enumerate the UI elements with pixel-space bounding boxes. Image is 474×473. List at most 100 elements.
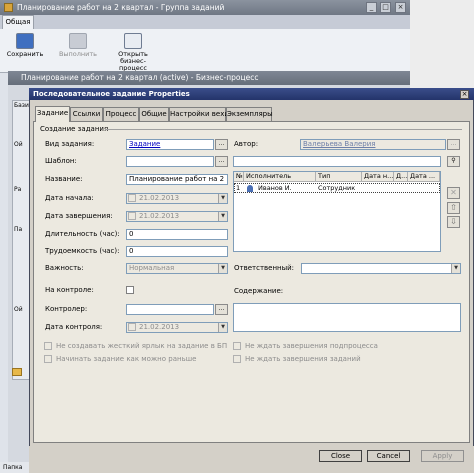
tab-common[interactable]: Общие: [139, 107, 169, 121]
tab-milestone-settings[interactable]: Настройки вехи: [169, 107, 229, 121]
on-control-checkbox[interactable]: [126, 286, 134, 294]
cancel-button[interactable]: Cancel: [367, 450, 410, 462]
delete-icon[interactable]: ✕: [447, 187, 460, 199]
group-divider: [105, 129, 462, 130]
arrow-up-icon[interactable]: ⇧: [447, 202, 460, 214]
duration-field[interactable]: 0: [126, 229, 228, 240]
row-d: [394, 183, 408, 193]
grid-col-type[interactable]: Тип: [316, 172, 362, 182]
folder-icon: [4, 3, 13, 12]
open-business-process-button[interactable]: Открыть бизнес-процесс: [108, 33, 158, 72]
content-label: Содержание:: [234, 287, 284, 295]
end-date-label: Дата завершения:: [45, 212, 113, 220]
chevron-down-icon[interactable]: ▼: [218, 212, 227, 221]
author-field[interactable]: Валерьева Валерия: [300, 139, 446, 150]
on-control-label: На контроле:: [45, 286, 94, 294]
priority-select[interactable]: Нормальная: [126, 263, 228, 274]
execute-label: Выполнить: [58, 50, 98, 58]
grid-col-num[interactable]: №: [234, 172, 244, 182]
group-title: Создание задания: [40, 125, 109, 133]
task-type-label: Вид задания:: [45, 140, 95, 148]
control-date-field[interactable]: 21.02.2013: [126, 322, 228, 333]
user-icon: [247, 185, 253, 192]
grid-col-d[interactable]: Д...: [394, 172, 408, 182]
start-date-checkbox[interactable]: [128, 194, 136, 202]
dialog-title: Последовательное задание Properties: [29, 88, 474, 100]
side-label: Па: [14, 226, 23, 233]
effort-label: Трудоемкость (час):: [45, 247, 120, 255]
priority-label: Важность:: [45, 264, 84, 272]
duration-label: Длительность (час):: [45, 230, 120, 238]
tab-task[interactable]: Задание: [35, 106, 70, 122]
template-browse-button[interactable]: ...: [215, 156, 228, 167]
task-type-field[interactable]: Задание: [126, 139, 214, 150]
ribbon-tab-general[interactable]: Общая: [2, 15, 34, 29]
responsible-label: Ответственный:: [234, 264, 295, 272]
no-wait-tasks-checkbox[interactable]: [233, 355, 241, 363]
execute-button[interactable]: Выполнить: [56, 33, 100, 58]
tab-process[interactable]: Процесс: [103, 107, 139, 121]
start-date-field[interactable]: 21.02.2013: [126, 193, 228, 204]
row-start: [362, 183, 394, 193]
executor-search-input[interactable]: [233, 156, 441, 167]
name-label: Название:: [45, 175, 83, 183]
apply-button[interactable]: Apply: [421, 450, 464, 462]
hard-link-checkbox[interactable]: [44, 342, 52, 350]
name-field[interactable]: Планирование работ на 2 кварта: [126, 174, 228, 185]
tab-links[interactable]: Ссылки: [70, 107, 103, 121]
controller-browse-button[interactable]: ...: [215, 304, 228, 315]
save-label: Сохранить: [6, 50, 44, 58]
task-type-browse-button[interactable]: ...: [215, 139, 228, 150]
close-button[interactable]: Close: [319, 450, 362, 462]
chevron-down-icon[interactable]: ▼: [451, 264, 460, 273]
chevron-down-icon[interactable]: ▼: [218, 323, 227, 332]
row-num: 1: [236, 184, 241, 192]
end-date-checkbox[interactable]: [128, 212, 136, 220]
no-wait-subprocess-checkbox[interactable]: [233, 342, 241, 350]
status-label: Папка: [0, 462, 29, 473]
row-executor: Иванов И.: [258, 184, 292, 192]
grid-col-executor[interactable]: Исполнитель: [244, 172, 316, 182]
effort-field[interactable]: 0: [126, 246, 228, 257]
controller-label: Контролер:: [45, 305, 88, 313]
control-date-checkbox[interactable]: [128, 323, 136, 331]
chevron-down-icon[interactable]: ▼: [218, 264, 227, 273]
content-textarea[interactable]: [233, 303, 461, 332]
side-label: Ой: [14, 306, 23, 313]
floppy-disk-icon: [16, 33, 34, 49]
execute-icon: [69, 33, 87, 49]
author-label: Автор:: [234, 140, 259, 148]
responsible-select[interactable]: [301, 263, 461, 274]
ribbon-tab-strip: [0, 15, 410, 29]
side-label: Ра: [14, 186, 22, 193]
row-end: [408, 183, 440, 193]
maximize-icon[interactable]: □: [380, 2, 391, 13]
process-window-title: Планирование работ на 2 квартал (active)…: [8, 71, 410, 85]
find-people-icon[interactable]: ⚲: [447, 156, 460, 167]
end-date-field[interactable]: 21.02.2013: [126, 211, 228, 222]
save-button[interactable]: Сохранить: [4, 33, 46, 58]
author-browse-button[interactable]: ...: [447, 139, 460, 150]
tab-instances[interactable]: Экземпляры: [226, 107, 273, 121]
hard-link-label: Не создавать жесткий ярлык на задание в …: [56, 342, 228, 350]
start-date-label: Дата начала:: [45, 194, 94, 202]
no-wait-tasks-label: Не ждать завершения заданий: [245, 355, 361, 363]
control-date-label: Дата контроля:: [45, 323, 103, 331]
grid-col-end[interactable]: Дата ...: [408, 172, 440, 182]
template-field[interactable]: [126, 156, 214, 167]
row-type: Сотрудник: [318, 184, 356, 192]
magnifier-icon: [124, 33, 142, 49]
chevron-down-icon[interactable]: ▼: [218, 194, 227, 203]
folder-icon: [12, 368, 22, 376]
arrow-down-icon[interactable]: ⇩: [447, 216, 460, 228]
grid-col-start[interactable]: Дата н...: [362, 172, 394, 182]
controller-field[interactable]: [126, 304, 214, 315]
close-icon[interactable]: ×: [395, 2, 406, 13]
minimize-icon[interactable]: _: [366, 2, 377, 13]
dialog-close-icon[interactable]: ×: [460, 90, 469, 99]
task-tab-panel: [33, 121, 470, 443]
start-asap-checkbox[interactable]: [44, 355, 52, 363]
no-wait-subprocess-label: Не ждать завершения подпроцесса: [245, 342, 378, 350]
side-label: Ой: [14, 141, 23, 148]
template-label: Шаблон:: [45, 157, 77, 165]
